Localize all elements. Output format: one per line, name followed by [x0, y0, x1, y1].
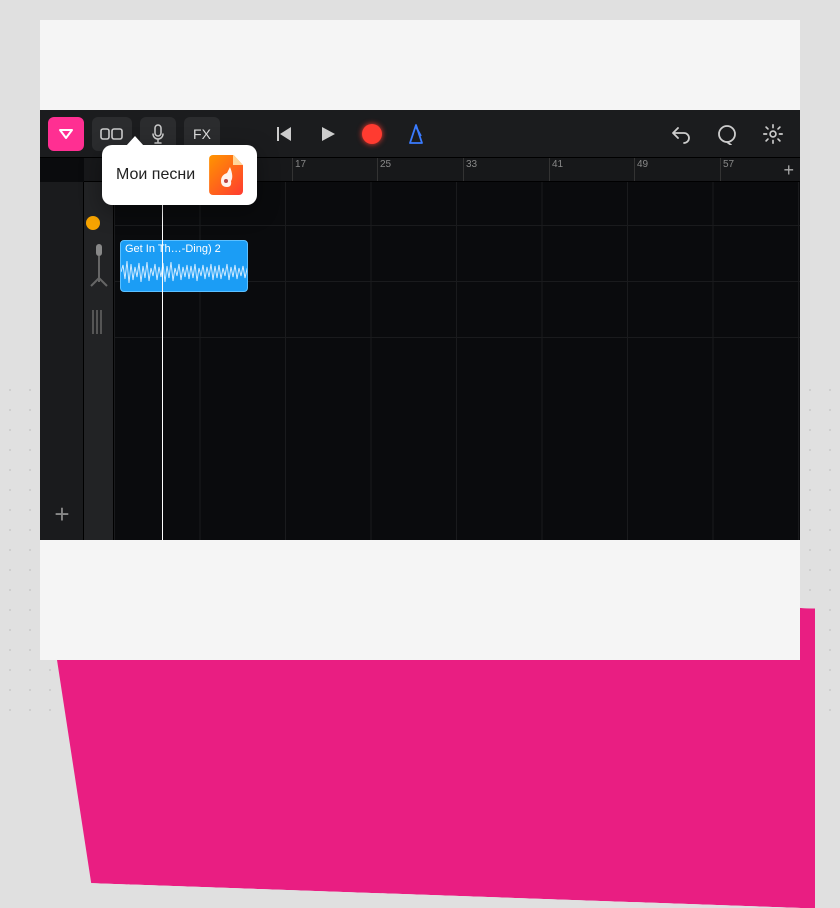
ruler-tick: 25 — [377, 158, 391, 181]
record-button[interactable] — [354, 117, 390, 151]
ruler-tick: 33 — [463, 158, 477, 181]
microphone-icon — [151, 124, 165, 144]
settings-button[interactable] — [754, 117, 792, 151]
playhead[interactable] — [162, 158, 163, 540]
undo-button[interactable] — [662, 117, 700, 151]
my-songs-popover[interactable]: Мои песни — [102, 145, 257, 205]
gear-icon — [762, 123, 784, 145]
audio-region-label: Get In Th…-Ding) 2 — [121, 241, 247, 255]
go-to-start-button[interactable] — [266, 117, 302, 151]
loop-browser-button[interactable] — [708, 117, 746, 151]
left-gutter — [40, 182, 84, 540]
audio-region[interactable]: Get In Th…-Ding) 2 — [120, 240, 248, 292]
ruler-tick: 49 — [634, 158, 648, 181]
loop-icon — [716, 123, 738, 145]
waveform-icon — [121, 255, 248, 289]
add-track-button[interactable]: + — [50, 502, 74, 526]
metronome-button[interactable] — [398, 117, 434, 151]
record-icon — [362, 124, 382, 144]
play-button[interactable] — [310, 117, 346, 151]
garageband-file-icon — [209, 155, 243, 195]
track-headers-column — [84, 182, 114, 540]
ruler-tick: 57 — [720, 158, 734, 181]
track-indicator-icon — [86, 216, 100, 230]
arrangement-grid[interactable] — [114, 182, 800, 540]
skip-back-icon — [275, 125, 293, 143]
outer-card: FX — [40, 20, 800, 660]
browser-grid-icon — [100, 126, 124, 142]
popover-title: Мои песни — [116, 166, 195, 184]
mic-stand-icon — [88, 242, 110, 288]
add-section-button[interactable]: + — [783, 160, 794, 181]
tracks-area: Get In Th…-Ding) 2 + — [40, 182, 800, 540]
play-icon — [319, 125, 337, 143]
triangle-down-icon — [58, 128, 74, 140]
track-drag-handle-icon[interactable] — [92, 310, 106, 334]
ruler-tick: 41 — [549, 158, 563, 181]
ruler-tick: 17 — [292, 158, 306, 181]
undo-icon — [670, 124, 692, 144]
fx-label: FX — [193, 126, 211, 142]
my-songs-button[interactable] — [48, 117, 84, 151]
metronome-icon — [406, 123, 426, 145]
